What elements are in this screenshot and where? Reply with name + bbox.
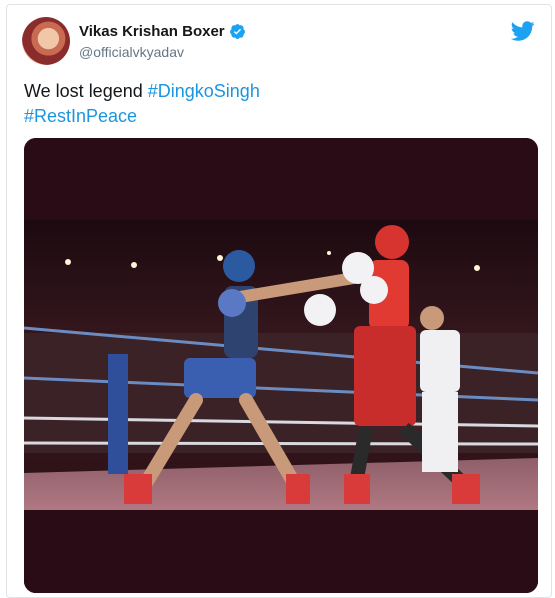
boxing-match-photo xyxy=(24,138,538,593)
verified-badge-icon xyxy=(229,24,245,39)
author-name-row: Vikas Krishan Boxer xyxy=(79,23,246,40)
avatar[interactable] xyxy=(22,17,70,65)
tweet-photo[interactable] xyxy=(24,138,538,593)
tweet-card[interactable]: Vikas Krishan Boxer @officialvkyadav We … xyxy=(6,4,552,598)
hashtag-link-dingkosingh[interactable]: #DingkoSingh xyxy=(148,81,260,101)
tweet-body: We lost legend xyxy=(24,81,148,101)
tweet-text: We lost legend #DingkoSingh #RestInPeace xyxy=(24,79,534,129)
twitter-bird-icon[interactable] xyxy=(511,19,535,43)
hashtag-link-restinpeace[interactable]: #RestInPeace xyxy=(24,106,137,126)
author-handle[interactable]: @officialvkyadav xyxy=(79,44,184,60)
author-name[interactable]: Vikas Krishan Boxer xyxy=(79,23,225,40)
